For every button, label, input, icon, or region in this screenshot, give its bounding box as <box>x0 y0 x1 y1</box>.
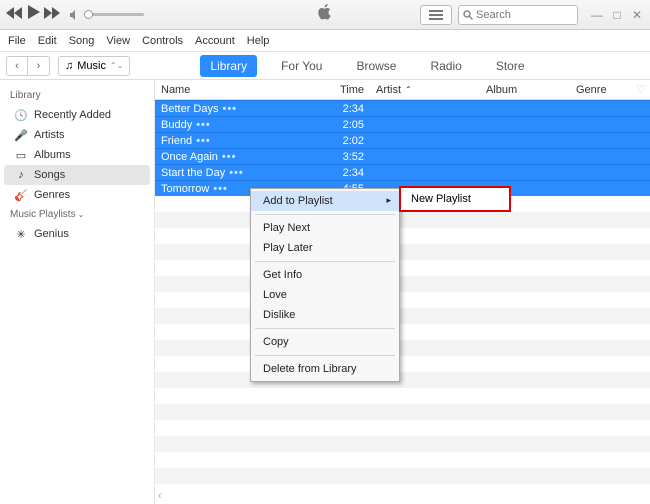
song-row[interactable]: Better Days•••2:34 <box>155 100 650 116</box>
sidebar-item-albums[interactable]: ▭Albums <box>0 145 154 165</box>
menubar: File Edit Song View Controls Account Hel… <box>0 30 650 52</box>
apple-logo-icon <box>317 3 333 26</box>
search-icon <box>463 10 473 20</box>
menu-help[interactable]: Help <box>247 35 270 47</box>
ctx-copy[interactable]: Copy <box>251 332 399 352</box>
ctx-love[interactable]: Love <box>251 285 399 305</box>
chevron-right-icon: ▸ <box>386 195 391 206</box>
tab-store[interactable]: Store <box>486 55 535 77</box>
separator <box>255 261 395 262</box>
more-icon[interactable]: ••• <box>229 167 244 179</box>
volume-control[interactable] <box>70 10 144 20</box>
col-artist[interactable]: Artist⌃ <box>370 84 480 96</box>
nav-back-button[interactable]: ‹ <box>6 56 28 76</box>
menu-account[interactable]: Account <box>195 35 235 47</box>
sidebar-item-artists[interactable]: 🎤Artists <box>0 125 154 145</box>
source-label: Music <box>77 60 106 72</box>
sidebar-item-genres[interactable]: 🎸Genres <box>0 185 154 205</box>
more-icon[interactable]: ••• <box>196 119 211 131</box>
sidebar-playlists-header[interactable]: Music Playlists⌄ <box>0 205 154 224</box>
minimize-button[interactable]: — <box>590 8 604 22</box>
submenu: New Playlist <box>399 186 511 212</box>
menu-song[interactable]: Song <box>69 35 95 47</box>
song-row[interactable]: Start the Day•••2:34 <box>155 164 650 180</box>
menu-file[interactable]: File <box>8 35 26 47</box>
ctx-delete[interactable]: Delete from Library <box>251 359 399 379</box>
playback-controls <box>6 5 60 24</box>
play-button[interactable] <box>26 5 40 24</box>
scroll-left-icon[interactable]: ‹ <box>155 490 171 504</box>
sidebar: Library 🕓Recently Added 🎤Artists ▭Albums… <box>0 80 155 504</box>
ctx-play-later[interactable]: Play Later <box>251 238 399 258</box>
sidebar-library-header: Library <box>0 86 154 105</box>
tab-library[interactable]: Library <box>200 55 257 77</box>
search-input[interactable] <box>476 9 566 21</box>
ctx-get-info[interactable]: Get Info <box>251 265 399 285</box>
album-icon: ▭ <box>14 148 28 162</box>
column-headers: Name Time Artist⌃ Album Genre ♡ <box>155 80 650 100</box>
rewind-button[interactable] <box>6 6 22 24</box>
maximize-button[interactable]: □ <box>610 8 624 22</box>
col-heart[interactable]: ♡ <box>630 83 650 96</box>
sidebar-item-recently-added[interactable]: 🕓Recently Added <box>0 105 154 125</box>
ctx-add-to-playlist[interactable]: Add to Playlist▸ <box>251 191 399 211</box>
sort-caret-icon: ⌃ <box>405 85 412 94</box>
ctx-dislike[interactable]: Dislike <box>251 305 399 325</box>
main-content: Name Time Artist⌃ Album Genre ♡ Better D… <box>155 80 650 504</box>
separator <box>255 328 395 329</box>
song-row[interactable]: Friend•••2:02 <box>155 132 650 148</box>
music-note-icon: ♫ <box>65 60 73 72</box>
tab-browse[interactable]: Browse <box>346 55 406 77</box>
col-time[interactable]: Time <box>320 84 370 96</box>
col-album[interactable]: Album <box>480 84 570 96</box>
mic-icon: 🎤 <box>14 128 28 142</box>
chevron-down-icon: ⌄ <box>78 210 85 219</box>
sidebar-item-genius[interactable]: ✳Genius <box>0 224 154 244</box>
more-icon[interactable]: ••• <box>196 135 211 147</box>
more-icon[interactable]: ••• <box>213 183 228 195</box>
tab-for-you[interactable]: For You <box>271 55 332 77</box>
separator <box>255 355 395 356</box>
nav-forward-button[interactable]: › <box>28 56 50 76</box>
sidebar-item-songs[interactable]: ♪Songs <box>4 165 150 185</box>
submenu-new-playlist[interactable]: New Playlist <box>401 188 509 210</box>
song-icon: ♪ <box>14 168 28 182</box>
window-controls: — □ ✕ <box>590 8 644 22</box>
nav-tabs: Library For You Browse Radio Store <box>200 55 534 77</box>
separator <box>255 214 395 215</box>
empty-rows <box>155 196 650 484</box>
song-row[interactable]: Buddy•••2:05 <box>155 116 650 132</box>
genius-icon: ✳ <box>14 227 28 241</box>
menu-controls[interactable]: Controls <box>142 35 183 47</box>
forward-button[interactable] <box>44 6 60 24</box>
song-row[interactable]: Once Again•••3:52 <box>155 148 650 164</box>
search-box[interactable] <box>458 5 578 25</box>
col-name[interactable]: Name <box>155 84 320 96</box>
col-genre[interactable]: Genre <box>570 84 630 96</box>
more-icon[interactable]: ••• <box>222 103 237 115</box>
song-list: Better Days•••2:34 Buddy•••2:05 Friend••… <box>155 100 650 196</box>
menu-edit[interactable]: Edit <box>38 35 57 47</box>
toolbar: ‹ › ♫ Music ⌃⌄ Library For You Browse Ra… <box>0 52 650 80</box>
tab-radio[interactable]: Radio <box>420 55 471 77</box>
view-list-button[interactable] <box>420 5 452 25</box>
titlebar: — □ ✕ <box>0 0 650 30</box>
close-button[interactable]: ✕ <box>630 8 644 22</box>
ctx-play-next[interactable]: Play Next <box>251 218 399 238</box>
source-dropdown[interactable]: ♫ Music ⌃⌄ <box>58 56 130 76</box>
context-menu: Add to Playlist▸ Play Next Play Later Ge… <box>250 188 400 382</box>
chevron-updown-icon: ⌃⌄ <box>110 61 123 70</box>
genre-icon: 🎸 <box>14 188 28 202</box>
more-icon[interactable]: ••• <box>222 151 237 163</box>
menu-view[interactable]: View <box>106 35 130 47</box>
clock-icon: 🕓 <box>14 108 28 122</box>
